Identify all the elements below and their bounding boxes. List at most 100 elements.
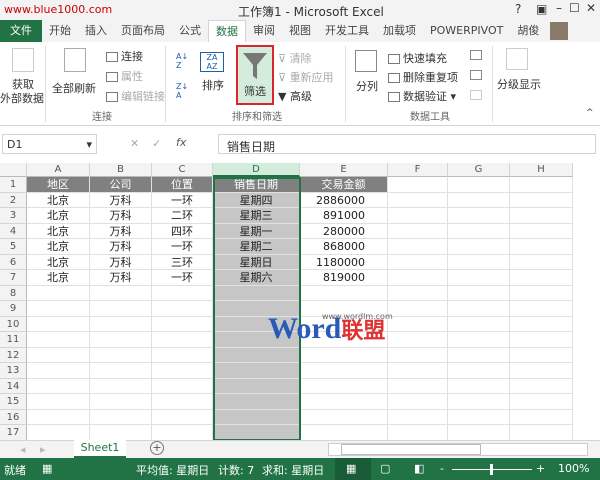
empty-cell[interactable] — [90, 394, 152, 410]
empty-cell[interactable] — [213, 378, 300, 394]
header-cell[interactable]: 公司 — [90, 177, 152, 193]
row-header-2[interactable]: 2 — [0, 192, 27, 208]
row-header-10[interactable]: 10 — [0, 316, 27, 332]
empty-cell[interactable] — [213, 285, 300, 301]
tab-formulas[interactable]: 公式 — [172, 20, 208, 42]
empty-cell[interactable] — [300, 394, 388, 410]
table-cell[interactable]: 868000 — [300, 239, 388, 255]
zoom-out-button[interactable]: - — [440, 462, 444, 475]
header-cell[interactable]: 地区 — [27, 177, 90, 193]
column-header-F[interactable]: F — [388, 163, 448, 177]
empty-cell[interactable] — [27, 394, 90, 410]
refresh-all-button[interactable]: 全部刷新 — [52, 80, 96, 96]
empty-cell[interactable] — [510, 316, 573, 332]
empty-cell[interactable] — [213, 409, 300, 425]
table-cell[interactable]: 一环 — [152, 270, 213, 286]
column-header-E[interactable]: E — [300, 163, 388, 177]
empty-cell[interactable] — [510, 270, 573, 286]
table-cell[interactable]: 星期六 — [213, 270, 300, 286]
empty-cell[interactable] — [448, 425, 510, 441]
empty-cell[interactable] — [388, 316, 448, 332]
new-sheet-button[interactable]: + — [150, 441, 164, 455]
row-header-16[interactable]: 16 — [0, 409, 27, 425]
row-header-9[interactable]: 9 — [0, 301, 27, 317]
empty-cell[interactable] — [388, 208, 448, 224]
table-cell[interactable]: 星期三 — [213, 208, 300, 224]
empty-cell[interactable] — [388, 254, 448, 270]
table-cell[interactable]: 三环 — [152, 254, 213, 270]
outline-button[interactable]: 分级显示 — [497, 76, 541, 92]
empty-cell[interactable] — [90, 285, 152, 301]
table-cell[interactable]: 四环 — [152, 223, 213, 239]
empty-cell[interactable] — [388, 332, 448, 348]
empty-cell[interactable] — [510, 409, 573, 425]
row-header-8[interactable]: 8 — [0, 285, 27, 301]
empty-cell[interactable] — [510, 394, 573, 410]
header-cell[interactable]: 交易金额 — [300, 177, 388, 193]
row-header-11[interactable]: 11 — [0, 332, 27, 348]
table-cell[interactable]: 万科 — [90, 192, 152, 208]
empty-cell[interactable] — [510, 223, 573, 239]
empty-cell[interactable] — [300, 363, 388, 379]
empty-cell[interactable] — [90, 332, 152, 348]
empty-cell[interactable] — [27, 425, 90, 441]
table-cell[interactable]: 星期二 — [213, 239, 300, 255]
table-cell[interactable]: 万科 — [90, 270, 152, 286]
empty-cell[interactable] — [388, 192, 448, 208]
empty-cell[interactable] — [90, 409, 152, 425]
header-cell[interactable]: 销售日期 — [213, 177, 300, 193]
table-cell[interactable]: 北京 — [27, 192, 90, 208]
empty-cell[interactable] — [300, 409, 388, 425]
empty-cell[interactable] — [510, 239, 573, 255]
empty-cell[interactable] — [90, 378, 152, 394]
empty-cell[interactable] — [152, 425, 213, 441]
empty-cell[interactable] — [27, 378, 90, 394]
empty-cell[interactable] — [510, 378, 573, 394]
advanced-button[interactable]: ▼ 高级 — [278, 88, 312, 104]
what-if-icon[interactable] — [470, 70, 482, 80]
empty-cell[interactable] — [152, 378, 213, 394]
collapse-ribbon-icon[interactable]: ^ — [586, 108, 594, 118]
get-external-data-label[interactable]: 外部数据 — [0, 90, 44, 106]
empty-cell[interactable] — [90, 425, 152, 441]
tab-developer[interactable]: 开发工具 — [318, 20, 376, 42]
empty-cell[interactable] — [27, 332, 90, 348]
clear-button[interactable]: ⊽ 清除 — [278, 50, 312, 66]
page-layout-view-icon[interactable]: ▢ — [380, 462, 390, 475]
empty-cell[interactable] — [152, 409, 213, 425]
empty-cell[interactable] — [448, 192, 510, 208]
empty-cell[interactable] — [152, 316, 213, 332]
empty-cell[interactable] — [388, 363, 448, 379]
tab-review[interactable]: 审阅 — [246, 20, 282, 42]
row-header-13[interactable]: 13 — [0, 363, 27, 379]
maximize-button[interactable]: ☐ — [569, 1, 580, 15]
table-cell[interactable]: 2886000 — [300, 192, 388, 208]
reapply-button[interactable]: ⊽ 重新应用 — [278, 69, 334, 85]
tab-home[interactable]: 开始 — [42, 20, 78, 42]
empty-cell[interactable] — [152, 363, 213, 379]
table-cell[interactable]: 北京 — [27, 223, 90, 239]
header-cell[interactable]: 位置 — [152, 177, 213, 193]
empty-cell[interactable] — [510, 425, 573, 441]
close-button[interactable]: ✕ — [586, 1, 596, 15]
table-cell[interactable]: 一环 — [152, 239, 213, 255]
filter-button[interactable]: 筛选 — [236, 45, 274, 105]
flash-fill-button[interactable]: 快速填充 — [388, 50, 447, 66]
table-cell[interactable]: 万科 — [90, 223, 152, 239]
empty-cell[interactable] — [388, 285, 448, 301]
relationships-icon[interactable] — [470, 90, 482, 100]
horizontal-scrollbar[interactable] — [328, 443, 588, 456]
table-cell[interactable]: 万科 — [90, 239, 152, 255]
empty-cell[interactable] — [152, 394, 213, 410]
empty-cell[interactable] — [90, 316, 152, 332]
column-header-B[interactable]: B — [90, 163, 152, 177]
empty-cell[interactable] — [448, 239, 510, 255]
table-cell[interactable]: 北京 — [27, 270, 90, 286]
row-header-6[interactable]: 6 — [0, 254, 27, 270]
table-cell[interactable]: 二环 — [152, 208, 213, 224]
column-header-A[interactable]: A — [27, 163, 90, 177]
empty-cell[interactable] — [388, 301, 448, 317]
empty-cell[interactable] — [388, 239, 448, 255]
empty-cell[interactable] — [448, 301, 510, 317]
table-cell[interactable]: 891000 — [300, 208, 388, 224]
